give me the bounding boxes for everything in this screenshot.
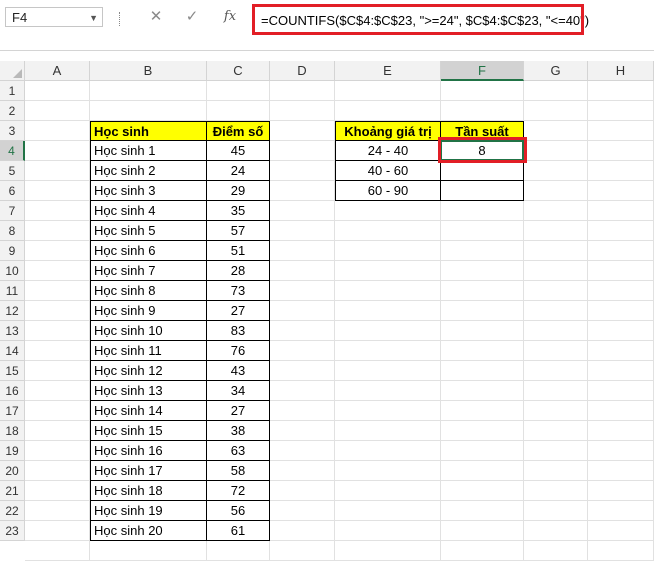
student-score-cell[interactable]: 51 — [207, 241, 270, 261]
row-header-8[interactable]: 8 — [0, 221, 25, 241]
insert-function-icon[interactable]: fx — [219, 7, 241, 27]
column-header-e[interactable]: E — [335, 61, 441, 81]
row-header-17[interactable]: 17 — [0, 401, 25, 421]
row-header-6[interactable]: 6 — [0, 181, 25, 201]
column-header-d[interactable]: D — [270, 61, 335, 81]
select-all-button[interactable] — [0, 61, 25, 81]
student-score-cell[interactable]: 45 — [207, 141, 270, 161]
column-header-c[interactable]: C — [207, 61, 270, 81]
student-score-cell[interactable]: 27 — [207, 401, 270, 421]
student-score-cell[interactable]: 76 — [207, 341, 270, 361]
student-name-cell[interactable]: Học sinh 14 — [90, 401, 207, 421]
student-name-cell[interactable]: Học sinh 15 — [90, 421, 207, 441]
header-hoc-sinh[interactable]: Học sinh — [90, 121, 207, 141]
row-header-10[interactable]: 10 — [0, 261, 25, 281]
row-header-23[interactable]: 23 — [0, 521, 25, 541]
student-score-cell[interactable]: 29 — [207, 181, 270, 201]
student-score-cell[interactable]: 27 — [207, 301, 270, 321]
frequency-cell[interactable] — [441, 161, 524, 181]
row-header-18[interactable]: 18 — [0, 421, 25, 441]
row-header-19[interactable]: 19 — [0, 441, 25, 461]
column-header-h[interactable]: H — [588, 61, 654, 81]
student-name-cell[interactable]: Học sinh 6 — [90, 241, 207, 261]
row-header-11[interactable]: 11 — [0, 281, 25, 301]
student-name-cell[interactable]: Học sinh 9 — [90, 301, 207, 321]
row-header-5[interactable]: 5 — [0, 161, 25, 181]
row-header-16[interactable]: 16 — [0, 381, 25, 401]
student-score-cell[interactable]: 63 — [207, 441, 270, 461]
student-score-cell[interactable]: 57 — [207, 221, 270, 241]
row-header-22[interactable]: 22 — [0, 501, 25, 521]
student-name-cell[interactable]: Học sinh 12 — [90, 361, 207, 381]
range-cell[interactable]: 24 - 40 — [335, 141, 441, 161]
student-name-cell[interactable]: Học sinh 13 — [90, 381, 207, 401]
name-box-value: F4 — [12, 10, 28, 25]
frequency-cell[interactable] — [441, 181, 524, 201]
row-header-2[interactable]: 2 — [0, 101, 25, 121]
row-header-3[interactable]: 3 — [0, 121, 25, 141]
student-name-cell[interactable]: Học sinh 3 — [90, 181, 207, 201]
student-name-cell[interactable]: Học sinh 16 — [90, 441, 207, 461]
column-header-g[interactable]: G — [524, 61, 588, 81]
row-header-7[interactable]: 7 — [0, 201, 25, 221]
student-name-cell[interactable]: Học sinh 18 — [90, 481, 207, 501]
enter-icon[interactable]: ✓ — [181, 7, 203, 27]
gridline-vertical — [587, 81, 588, 561]
chevron-down-icon[interactable]: ▼ — [89, 8, 98, 28]
formula-bar-divider — [119, 12, 121, 26]
student-score-cell[interactable]: 56 — [207, 501, 270, 521]
student-name-cell[interactable]: Học sinh 17 — [90, 461, 207, 481]
student-score-cell[interactable]: 28 — [207, 261, 270, 281]
column-header-a[interactable]: A — [25, 61, 90, 81]
formula-highlight-box — [252, 4, 584, 35]
student-score-cell[interactable]: 61 — [207, 521, 270, 541]
row-header-13[interactable]: 13 — [0, 321, 25, 341]
range-cell[interactable]: 60 - 90 — [335, 181, 441, 201]
student-name-cell[interactable]: Học sinh 4 — [90, 201, 207, 221]
column-header-f[interactable]: F — [441, 61, 524, 81]
range-cell[interactable]: 40 - 60 — [335, 161, 441, 181]
student-name-cell[interactable]: Học sinh 2 — [90, 161, 207, 181]
student-score-cell[interactable]: 73 — [207, 281, 270, 301]
student-score-cell[interactable]: 34 — [207, 381, 270, 401]
row-header-9[interactable]: 9 — [0, 241, 25, 261]
student-name-cell[interactable]: Học sinh 8 — [90, 281, 207, 301]
student-name-cell[interactable]: Học sinh 19 — [90, 501, 207, 521]
result-highlight-box — [438, 137, 527, 163]
student-score-cell[interactable]: 38 — [207, 421, 270, 441]
student-score-cell[interactable]: 72 — [207, 481, 270, 501]
student-score-cell[interactable]: 58 — [207, 461, 270, 481]
name-box[interactable]: F4 ▼ — [5, 7, 103, 27]
header-khoang-gia-tri[interactable]: Khoảng giá trị — [335, 121, 441, 141]
formula-bar: F4 ▼ ✕ ✓ fx =COUNTIFS($C$4:$C$23, ">=24"… — [0, 0, 654, 51]
student-name-cell[interactable]: Học sinh 1 — [90, 141, 207, 161]
header-diem-so[interactable]: Điểm số — [207, 121, 270, 141]
student-score-cell[interactable]: 24 — [207, 161, 270, 181]
student-name-cell[interactable]: Học sinh 10 — [90, 321, 207, 341]
row-header-15[interactable]: 15 — [0, 361, 25, 381]
student-score-cell[interactable]: 83 — [207, 321, 270, 341]
student-score-cell[interactable]: 35 — [207, 201, 270, 221]
row-header-12[interactable]: 12 — [0, 301, 25, 321]
column-header-b[interactable]: B — [90, 61, 207, 81]
student-score-cell[interactable]: 43 — [207, 361, 270, 381]
row-header-14[interactable]: 14 — [0, 341, 25, 361]
student-name-cell[interactable]: Học sinh 20 — [90, 521, 207, 541]
row-header-21[interactable]: 21 — [0, 481, 25, 501]
student-name-cell[interactable]: Học sinh 11 — [90, 341, 207, 361]
row-header-20[interactable]: 20 — [0, 461, 25, 481]
student-name-cell[interactable]: Học sinh 5 — [90, 221, 207, 241]
gridline-horizontal — [25, 100, 654, 101]
row-header-1[interactable]: 1 — [0, 81, 25, 101]
cancel-icon[interactable]: ✕ — [145, 7, 167, 27]
student-name-cell[interactable]: Học sinh 7 — [90, 261, 207, 281]
row-header-4[interactable]: 4 — [0, 141, 25, 161]
